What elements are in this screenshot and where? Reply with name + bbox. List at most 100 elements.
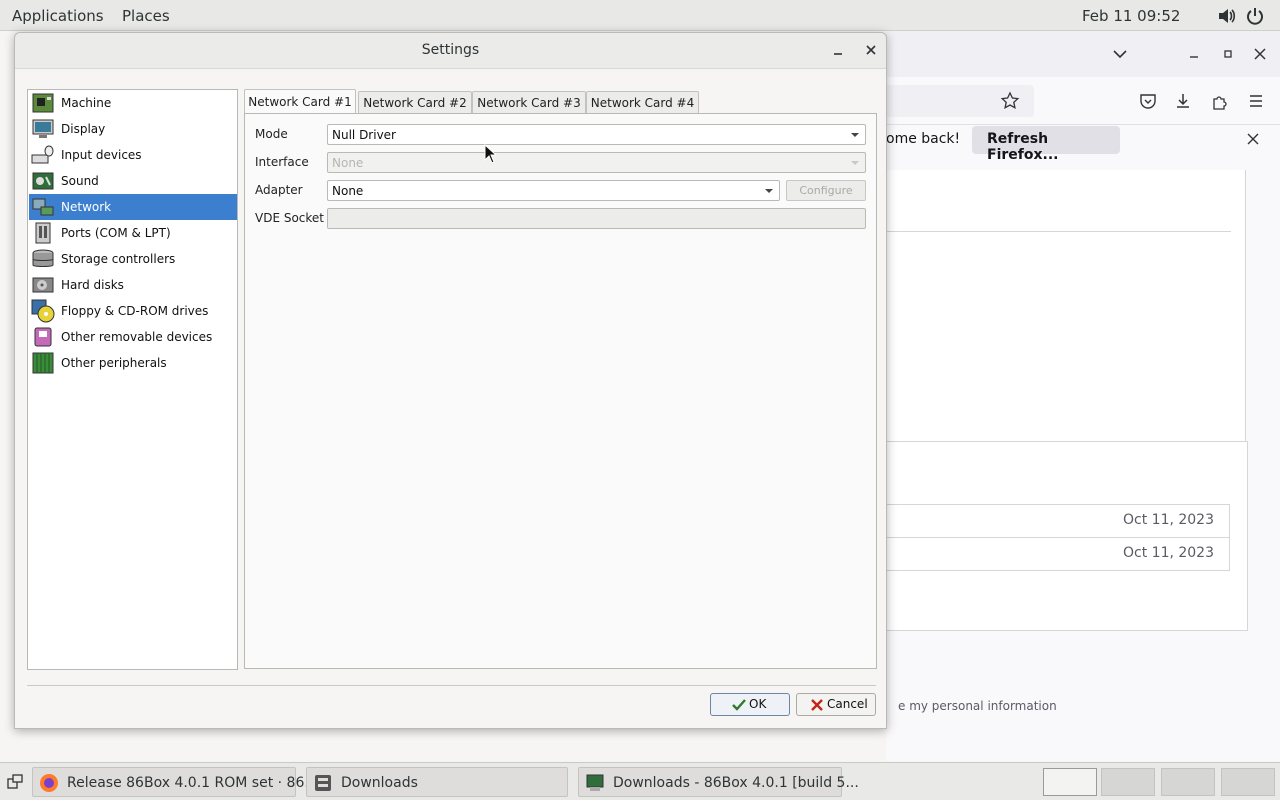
vde-socket-input — [327, 208, 866, 229]
taskbar-item-firefox[interactable]: Release 86Box 4.0.1 ROM set · 86... — [32, 767, 318, 797]
sidebar-item-network[interactable]: Network — [29, 194, 237, 220]
close-icon[interactable] — [861, 40, 881, 60]
downloads-icon[interactable] — [1173, 91, 1193, 111]
maximize-icon[interactable] — [1218, 44, 1238, 64]
sidebar-item-input-devices[interactable]: Input devices — [29, 142, 237, 168]
storage-controllers-icon — [32, 249, 54, 267]
tab-network-card-3[interactable]: Network Card #3 — [472, 91, 586, 113]
sidebar-item-label: Input devices — [61, 148, 142, 162]
minimize-icon[interactable] — [828, 40, 848, 60]
ok-button[interactable]: OK — [710, 693, 790, 716]
adapter-label: Adapter — [255, 183, 303, 197]
dialog-title: Settings — [421, 42, 480, 58]
cancel-button[interactable]: Cancel — [796, 693, 876, 716]
privacy-link[interactable]: e my personal information — [898, 699, 1057, 713]
divider — [27, 685, 876, 686]
network-card-panel: Mode Null Driver Interface None Adapter … — [244, 113, 877, 669]
sidebar-item-hard-disks[interactable]: Hard disks — [29, 272, 237, 298]
adapter-select[interactable]: None — [327, 180, 780, 201]
sidebar-item-sound[interactable]: Sound — [29, 168, 237, 194]
notice-text: ome back! — [886, 131, 961, 147]
list-item[interactable]: Oct 11, 2023 — [886, 537, 1230, 571]
workspace-4[interactable] — [1221, 768, 1275, 796]
close-icon[interactable] — [1250, 44, 1270, 64]
sidebar-item-label: Ports (COM & LPT) — [61, 226, 171, 240]
sidebar-item-label: Sound — [61, 174, 99, 188]
vde-socket-label: VDE Socket — [255, 211, 325, 225]
tab-network-card-4[interactable]: Network Card #4 — [586, 91, 699, 113]
volume-icon[interactable] — [1216, 6, 1236, 26]
pocket-icon[interactable] — [1138, 91, 1158, 111]
machine-icon — [32, 93, 54, 113]
taskbar-item-86box[interactable]: Downloads - 86Box 4.0.1 [build 5... — [578, 767, 859, 797]
taskbar-item-downloads[interactable]: Downloads — [306, 767, 568, 797]
sidebar-item-label: Storage controllers — [61, 252, 176, 266]
sidebar-item-label: Network — [61, 200, 112, 214]
interface-label: Interface — [255, 155, 309, 169]
file-manager-icon — [315, 775, 331, 791]
clock[interactable]: Feb 11 09:52 — [1082, 7, 1180, 25]
sidebar-item-removable-devices[interactable]: Other removable devices — [29, 324, 237, 350]
removable-devices-icon — [34, 327, 52, 347]
sidebar-item-label: Other peripherals — [61, 356, 167, 370]
settings-dialog: Settings Machine Display Input devices S… — [14, 32, 887, 729]
taskbar-item-label: Downloads - 86Box 4.0.1 [build 5... — [613, 775, 859, 791]
mode-select[interactable]: Null Driver — [327, 124, 866, 145]
firefox-window: ome back! Refresh Firefox... Oct 11, 202… — [886, 31, 1280, 761]
show-desktop-icon[interactable] — [6, 773, 24, 791]
minimize-icon[interactable] — [1184, 44, 1204, 64]
chevron-down-icon[interactable] — [1110, 44, 1130, 64]
power-icon[interactable] — [1245, 6, 1265, 26]
row-date: Oct 11, 2023 — [1123, 512, 1214, 528]
list-item[interactable]: Oct 11, 2023 — [886, 504, 1230, 538]
mouse-pointer-icon — [484, 144, 496, 164]
close-notice-icon[interactable] — [1243, 129, 1263, 149]
sidebar-item-ports[interactable]: Ports (COM & LPT) — [29, 220, 237, 246]
interface-select: None — [327, 152, 866, 173]
workspace-2[interactable] — [1101, 768, 1155, 796]
sidebar-item-storage-controllers[interactable]: Storage controllers — [29, 246, 237, 272]
configure-button: Configure — [786, 180, 866, 201]
mode-label: Mode — [255, 127, 288, 141]
ok-label: OK — [749, 697, 767, 711]
sidebar-item-display[interactable]: Display — [29, 116, 237, 142]
workspace-3[interactable] — [1161, 768, 1215, 796]
settings-category-list: Machine Display Input devices Sound Netw… — [27, 89, 238, 670]
input-devices-icon — [31, 145, 54, 164]
hard-disks-icon — [32, 277, 54, 293]
sidebar-item-label: Display — [61, 122, 106, 136]
taskbar: Release 86Box 4.0.1 ROM set · 86... Down… — [0, 762, 1280, 800]
interface-value: None — [332, 156, 364, 170]
taskbar-item-label: Downloads — [341, 775, 418, 791]
floppy-cdrom-icon — [31, 299, 55, 323]
chevron-down-icon — [851, 133, 859, 137]
tab-network-card-2[interactable]: Network Card #2 — [358, 91, 472, 113]
applications-menu[interactable]: Applications — [12, 7, 104, 25]
sidebar-item-floppy-cdrom[interactable]: Floppy & CD-ROM drives — [29, 298, 237, 324]
divider — [886, 231, 1231, 232]
places-menu[interactable]: Places — [122, 7, 170, 25]
bookmark-star-icon[interactable] — [1000, 91, 1020, 111]
firefox-icon — [40, 774, 58, 792]
sidebar-item-peripherals[interactable]: Other peripherals — [29, 350, 237, 376]
cancel-x-icon — [811, 699, 823, 711]
taskbar-item-label: Release 86Box 4.0.1 ROM set · 86... — [67, 775, 318, 791]
hamburger-menu-icon[interactable] — [1246, 91, 1266, 111]
ports-icon — [35, 222, 51, 244]
row-date: Oct 11, 2023 — [1123, 545, 1214, 561]
network-icon — [32, 198, 54, 216]
mode-value: Null Driver — [332, 128, 396, 142]
extensions-icon[interactable] — [1210, 91, 1230, 111]
firefox-toolbar — [886, 77, 1280, 125]
top-panel: Applications Places Feb 11 09:52 — [0, 0, 1280, 31]
refresh-firefox-button[interactable]: Refresh Firefox... — [972, 126, 1120, 163]
cancel-label: Cancel — [827, 697, 868, 711]
sidebar-item-machine[interactable]: Machine — [29, 90, 237, 116]
chevron-down-icon — [851, 161, 859, 165]
workspace-1[interactable] — [1043, 768, 1097, 796]
adapter-value: None — [332, 184, 364, 198]
sidebar-item-label: Floppy & CD-ROM drives — [61, 304, 209, 318]
display-icon — [32, 119, 54, 138]
dialog-titlebar[interactable]: Settings — [15, 33, 886, 69]
tab-network-card-1[interactable]: Network Card #1 — [244, 89, 356, 113]
